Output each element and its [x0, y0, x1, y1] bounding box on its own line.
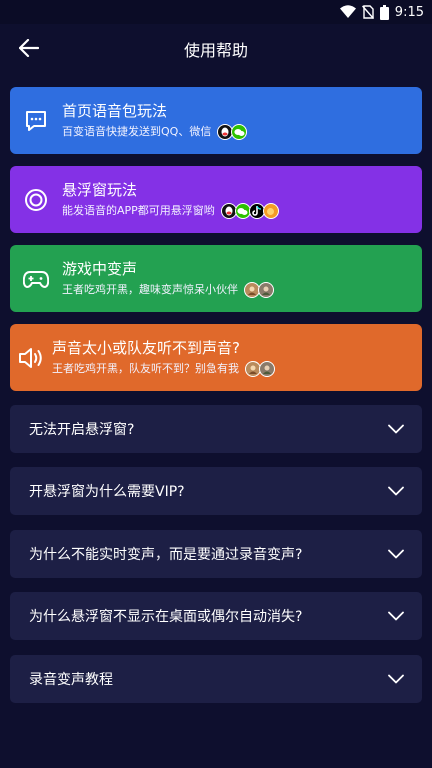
card-subtitle: 王者吃鸡开黑，趣味变声惊呆小伙伴 [62, 283, 238, 296]
faq-label: 无法开启悬浮窗? [29, 422, 135, 438]
floating-window-icon [23, 187, 49, 213]
feature-card-voice-pack[interactable]: 首页语音包玩法 百变语音快捷发送到QQ、微信 [10, 87, 422, 154]
back-button[interactable] [16, 37, 42, 63]
faq-item-realtime[interactable]: 为什么不能实时变声，而是要通过录音变声? [10, 530, 422, 578]
game-avatar-icon [258, 282, 274, 298]
wifi-icon [339, 5, 356, 19]
chevron-down-icon [388, 546, 404, 562]
chevron-down-icon [388, 608, 404, 624]
page-title: 使用帮助 [183, 41, 248, 60]
no-sim-icon [361, 5, 374, 19]
game-app-icon [262, 203, 279, 219]
faq-label: 录音变声教程 [29, 672, 113, 688]
gamepad-icon [23, 266, 49, 292]
app-bar: 使用帮助 [0, 24, 432, 74]
feature-card-floating-window[interactable]: 悬浮窗玩法 能发语音的APP都可用悬浮窗哟 [10, 166, 422, 233]
arrow-left-icon [18, 38, 40, 61]
card-subtitle: 百变语音快捷发送到QQ、微信 [62, 125, 212, 138]
feature-card-volume-issue[interactable]: 声音太小或队友听不到声音? 王者吃鸡开黑，队友听不到？别急有我 [10, 324, 422, 391]
card-title: 悬浮窗玩法 [62, 181, 138, 199]
wechat-icon [231, 124, 248, 140]
chevron-down-icon [388, 483, 404, 499]
chat-bubble-icon [23, 108, 49, 134]
feature-card-game-voice[interactable]: 游戏中变声 王者吃鸡开黑，趣味变声惊呆小伙伴 [10, 245, 422, 312]
card-subtitle: 能发语音的APP都可用悬浮窗哟 [62, 204, 215, 217]
game-avatar-icon [259, 361, 275, 377]
chevron-down-icon [388, 421, 404, 437]
speaker-icon [18, 345, 44, 371]
faq-label: 为什么不能实时变声，而是要通过录音变声? [29, 547, 303, 563]
faq-item-disappear[interactable]: 为什么悬浮窗不显示在桌面或偶尔自动消失? [10, 592, 422, 640]
card-title: 游戏中变声 [62, 260, 138, 278]
card-subtitle: 王者吃鸡开黑，队友听不到？别急有我 [52, 362, 239, 375]
chevron-down-icon [388, 671, 404, 687]
faq-label: 为什么悬浮窗不显示在桌面或偶尔自动消失? [29, 609, 303, 625]
faq-item-floating-window[interactable]: 无法开启悬浮窗? [10, 405, 422, 453]
status-time: 9:15 [394, 4, 424, 20]
faq-item-vip[interactable]: 开悬浮窗为什么需要VIP? [10, 467, 422, 515]
faq-label: 开悬浮窗为什么需要VIP? [29, 484, 185, 500]
card-title: 声音太小或队友听不到声音? [52, 339, 240, 357]
status-bar: 9:15 [0, 0, 432, 24]
faq-item-tutorial[interactable]: 录音变声教程 [10, 655, 422, 703]
card-title: 首页语音包玩法 [62, 102, 168, 120]
battery-icon [379, 4, 389, 20]
